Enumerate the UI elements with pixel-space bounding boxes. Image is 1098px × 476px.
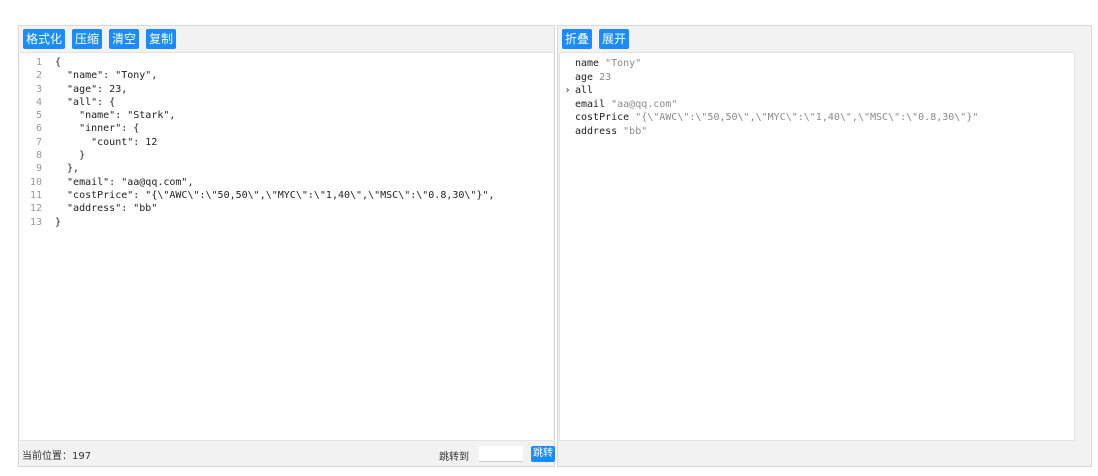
tree-key: email (575, 98, 606, 110)
code-line: 12 "address": "bb" (20, 202, 495, 215)
line-number: 9 (35, 163, 42, 175)
code-line: 4 "all": { (20, 96, 495, 109)
line-text: { (55, 57, 62, 68)
tree-row-costPrice: costPrice "{\"AWC\":\"50,50\",\"MYC\":\"1… (560, 111, 978, 125)
code-line: 7 "count": 12 (20, 136, 495, 149)
tree-row-email: email "aa@qq.com" (560, 98, 978, 112)
line-number: 3 (35, 83, 42, 95)
tree-value: "bb" (623, 125, 648, 137)
json-tree-view: name "Tony" age 23 › all email "aa@qq.com" costP… (559, 52, 1075, 441)
line-number: 4 (35, 96, 42, 108)
code-line: 6 "inner": { (20, 122, 495, 135)
line-number: 10 (29, 176, 42, 188)
line-number: 12 (29, 203, 42, 215)
line-text: "all": { (55, 96, 116, 108)
tree-value: "aa@qq.com" (611, 98, 678, 110)
cursor-position: 当前位置：197 (22, 451, 92, 462)
tree-row-name: name "Tony" (560, 57, 978, 71)
line-number: 13 (29, 216, 42, 228)
jump-button[interactable]: 跳转 (531, 446, 555, 462)
line-text: "inner": { (55, 123, 140, 135)
status-bar: 当前位置：197 跳转到 跳转 (19, 442, 555, 466)
chevron-right-icon[interactable]: › (560, 84, 575, 98)
line-number: 8 (35, 150, 42, 162)
code-line: 10 "email": "aa@qq.com", (20, 176, 495, 189)
line-text: } (55, 150, 86, 162)
collapse-button[interactable]: 折叠 (562, 29, 593, 49)
editor-toolbar: 格式化 压缩 清空 复制 (23, 29, 177, 49)
tree-key: age (575, 71, 594, 83)
line-text: "name": "Tony", (55, 70, 158, 82)
jump-to-input[interactable] (479, 446, 523, 462)
line-text: "name": "Stark", (55, 110, 176, 122)
tree-row-age: age 23 (560, 71, 978, 85)
code-line: 1{ (20, 56, 495, 69)
tree-key: all (575, 85, 594, 96)
line-text: }, (55, 163, 80, 175)
line-number: 2 (35, 70, 42, 82)
code-line: 2 "name": "Tony", (20, 69, 495, 82)
format-button[interactable]: 格式化 (23, 29, 66, 49)
clear-button[interactable]: 清空 (109, 29, 140, 49)
tree-row-all[interactable]: › all (560, 84, 978, 98)
code-lines: 1{2 "name": "Tony", 3 "age": 23, 4 "all": … (20, 56, 495, 229)
tree-toolbar: 折叠 展开 (562, 29, 630, 49)
code-line: 5 "name": "Stark", (20, 109, 495, 122)
line-text: "costPrice": "{\"AWC\":\"50,50\",\"MYC\"… (55, 189, 495, 201)
line-number: 7 (35, 136, 42, 148)
line-text: "email": "aa@qq.com", (55, 176, 194, 188)
tree-rows: name "Tony" age 23 › all email "aa@qq.com" costP… (560, 57, 978, 138)
line-number: 6 (35, 123, 42, 135)
line-number: 5 (35, 110, 42, 122)
tree-value: "Tony" (605, 58, 642, 69)
tree-key: address (575, 125, 618, 137)
line-number: 1 (35, 57, 42, 68)
json-tree-panel: 折叠 展开 name "Tony" age 23 › all email "aa@qq.com… (557, 25, 1092, 467)
line-text: } (55, 216, 62, 228)
line-text: "count": 12 (55, 136, 158, 148)
tree-key: costPrice (575, 112, 630, 123)
compress-button[interactable]: 压缩 (72, 29, 103, 49)
code-line: 9 }, (20, 162, 495, 175)
expand-button[interactable]: 展开 (599, 29, 630, 49)
line-text: "age": 23, (55, 83, 128, 95)
code-line: 13} (20, 216, 495, 229)
code-line: 11 "costPrice": "{\"AWC\":\"50,50\",\"MY… (20, 189, 495, 202)
code-line: 8 } (20, 149, 495, 162)
tree-row-address: address "bb" (560, 125, 978, 139)
copy-button[interactable]: 复制 (146, 29, 177, 49)
jump-to-label: 跳转到 (439, 452, 469, 463)
code-editor[interactable]: 1{2 "name": "Tony", 3 "age": 23, 4 "all": … (20, 52, 553, 441)
json-tool-page: 格式化 压缩 清空 复制 1{2 "name": "Tony", 3 "age":… (0, 0, 1098, 476)
line-number: 11 (29, 189, 42, 201)
json-editor-panel: 格式化 压缩 清空 复制 1{2 "name": "Tony", 3 "age":… (18, 25, 555, 467)
tree-value: 23 (599, 71, 612, 83)
tree-key: name (575, 58, 600, 69)
code-line: 3 "age": 23, (20, 83, 495, 96)
line-text: "address": "bb" (55, 203, 158, 215)
tree-value: "{\"AWC\":\"50,50\",\"MYC\":\"1,40\",\"M… (635, 112, 979, 123)
